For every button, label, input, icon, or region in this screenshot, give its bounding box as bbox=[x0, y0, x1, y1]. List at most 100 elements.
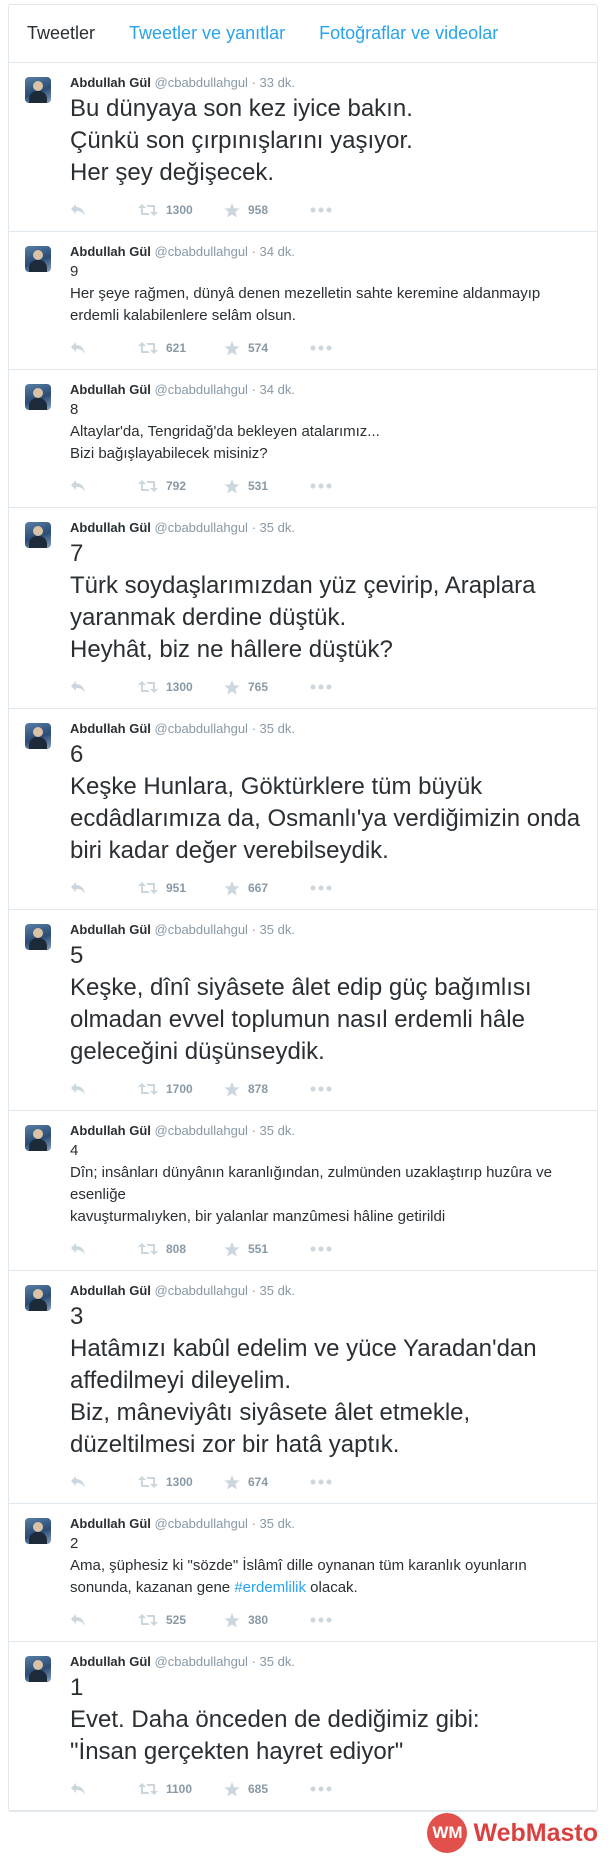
author-name[interactable]: Abdullah Gül bbox=[70, 1123, 151, 1138]
reply-button[interactable] bbox=[70, 680, 138, 694]
tab-tweets[interactable]: Tweetler bbox=[27, 23, 95, 44]
avatar[interactable] bbox=[25, 246, 51, 272]
avatar[interactable] bbox=[25, 384, 51, 410]
more-button[interactable] bbox=[310, 1479, 332, 1485]
author-handle[interactable]: @cbabdullahgul bbox=[155, 1123, 248, 1138]
tweet-timestamp[interactable]: · 35 dk. bbox=[252, 520, 295, 535]
author-name[interactable]: Abdullah Gül bbox=[70, 721, 151, 736]
author-handle[interactable]: @cbabdullahgul bbox=[155, 721, 248, 736]
author-handle[interactable]: @cbabdullahgul bbox=[155, 1283, 248, 1298]
author-name[interactable]: Abdullah Gül bbox=[70, 922, 151, 937]
retweet-button[interactable]: 1300 bbox=[138, 1475, 224, 1489]
favorite-button[interactable]: 878 bbox=[224, 1081, 310, 1097]
author-handle[interactable]: @cbabdullahgul bbox=[155, 244, 248, 259]
author-name[interactable]: Abdullah Gül bbox=[70, 1654, 151, 1669]
retweet-button[interactable]: 525 bbox=[138, 1613, 224, 1627]
favorite-button[interactable]: 531 bbox=[224, 478, 310, 494]
favorite-button[interactable]: 574 bbox=[224, 340, 310, 356]
retweet-icon bbox=[138, 882, 158, 894]
tweet-actions: 621 574 bbox=[70, 337, 585, 359]
tweet-timestamp[interactable]: · 35 dk. bbox=[252, 1283, 295, 1298]
retweet-button[interactable]: 1100 bbox=[138, 1782, 224, 1796]
author-handle[interactable]: @cbabdullahgul bbox=[155, 1654, 248, 1669]
tweet[interactable]: Abdullah Gül @cbabdullahgul · 35 dk. 7 T… bbox=[9, 508, 597, 709]
author-name[interactable]: Abdullah Gül bbox=[70, 1516, 151, 1531]
more-button[interactable] bbox=[310, 345, 332, 351]
hashtag-link[interactable]: #erdemlilik bbox=[234, 1579, 306, 1596]
more-button[interactable] bbox=[310, 207, 332, 213]
more-icon bbox=[310, 684, 332, 690]
more-button[interactable] bbox=[310, 684, 332, 690]
author-handle[interactable]: @cbabdullahgul bbox=[155, 520, 248, 535]
author-handle[interactable]: @cbabdullahgul bbox=[155, 922, 248, 937]
author-name[interactable]: Abdullah Gül bbox=[70, 382, 151, 397]
reply-button[interactable] bbox=[70, 881, 138, 895]
tweet[interactable]: Abdullah Gül @cbabdullahgul · 34 dk. 8 A… bbox=[9, 370, 597, 508]
avatar[interactable] bbox=[25, 1285, 51, 1311]
favorite-button[interactable]: 674 bbox=[224, 1474, 310, 1490]
author-name[interactable]: Abdullah Gül bbox=[70, 1283, 151, 1298]
author-name[interactable]: Abdullah Gül bbox=[70, 244, 151, 259]
retweet-icon bbox=[138, 1614, 158, 1626]
avatar[interactable] bbox=[25, 522, 51, 548]
favorite-button[interactable]: 551 bbox=[224, 1241, 310, 1257]
reply-button[interactable] bbox=[70, 1613, 138, 1627]
retweet-button[interactable]: 951 bbox=[138, 881, 224, 895]
retweet-button[interactable]: 1700 bbox=[138, 1082, 224, 1096]
tweet[interactable]: Abdullah Gül @cbabdullahgul · 33 dk. Bu … bbox=[9, 63, 597, 232]
tweet-timestamp[interactable]: · 35 dk. bbox=[252, 1654, 295, 1669]
reply-button[interactable] bbox=[70, 1475, 138, 1489]
author-handle[interactable]: @cbabdullahgul bbox=[155, 382, 248, 397]
more-button[interactable] bbox=[310, 1617, 332, 1623]
tweet[interactable]: Abdullah Gül @cbabdullahgul · 35 dk. 4 D… bbox=[9, 1111, 597, 1271]
tab-photos-videos[interactable]: Fotoğraflar ve videolar bbox=[319, 23, 498, 44]
retweet-button[interactable]: 792 bbox=[138, 479, 224, 493]
tweet-timestamp[interactable]: · 35 dk. bbox=[252, 1516, 295, 1531]
tweet[interactable]: Abdullah Gül @cbabdullahgul · 34 dk. 9 H… bbox=[9, 232, 597, 370]
favorite-button[interactable]: 765 bbox=[224, 679, 310, 695]
tweet[interactable]: Abdullah Gül @cbabdullahgul · 35 dk. 1 E… bbox=[9, 1642, 597, 1811]
tweet[interactable]: Abdullah Gül @cbabdullahgul · 35 dk. 6 K… bbox=[9, 709, 597, 910]
tweet-actions: 1100 685 bbox=[70, 1778, 585, 1800]
avatar[interactable] bbox=[25, 77, 51, 103]
reply-button[interactable] bbox=[70, 1242, 138, 1256]
reply-button[interactable] bbox=[70, 1082, 138, 1096]
tweet-timestamp[interactable]: · 35 dk. bbox=[252, 721, 295, 736]
favorite-button[interactable]: 685 bbox=[224, 1781, 310, 1797]
author-name[interactable]: Abdullah Gül bbox=[70, 520, 151, 535]
retweet-button[interactable]: 1300 bbox=[138, 203, 224, 217]
avatar[interactable] bbox=[25, 1518, 51, 1544]
tweet-timestamp[interactable]: · 33 dk. bbox=[252, 75, 295, 90]
avatar[interactable] bbox=[25, 1656, 51, 1682]
tweet-timestamp[interactable]: · 34 dk. bbox=[252, 244, 295, 259]
more-button[interactable] bbox=[310, 885, 332, 891]
author-handle[interactable]: @cbabdullahgul bbox=[155, 75, 248, 90]
avatar[interactable] bbox=[25, 924, 51, 950]
avatar[interactable] bbox=[25, 723, 51, 749]
reply-button[interactable] bbox=[70, 1782, 138, 1796]
tweet[interactable]: Abdullah Gül @cbabdullahgul · 35 dk. 3 H… bbox=[9, 1271, 597, 1504]
author-handle[interactable]: @cbabdullahgul bbox=[155, 1516, 248, 1531]
retweet-button[interactable]: 621 bbox=[138, 341, 224, 355]
reply-button[interactable] bbox=[70, 479, 138, 493]
tweet-timestamp[interactable]: · 35 dk. bbox=[252, 922, 295, 937]
favorite-button[interactable]: 958 bbox=[224, 202, 310, 218]
favorite-button[interactable]: 380 bbox=[224, 1612, 310, 1628]
tweet[interactable]: Abdullah Gül @cbabdullahgul · 35 dk. 2 A… bbox=[9, 1504, 597, 1642]
retweet-button[interactable]: 808 bbox=[138, 1242, 224, 1256]
tweet[interactable]: Abdullah Gül @cbabdullahgul · 35 dk. 5 K… bbox=[9, 910, 597, 1111]
reply-button[interactable] bbox=[70, 203, 138, 217]
more-button[interactable] bbox=[310, 483, 332, 489]
retweet-button[interactable]: 1300 bbox=[138, 680, 224, 694]
tweet-timestamp[interactable]: · 34 dk. bbox=[252, 382, 295, 397]
favorite-button[interactable]: 667 bbox=[224, 880, 310, 896]
avatar[interactable] bbox=[25, 1125, 51, 1151]
more-button[interactable] bbox=[310, 1086, 332, 1092]
more-button[interactable] bbox=[310, 1246, 332, 1252]
author-name[interactable]: Abdullah Gül bbox=[70, 75, 151, 90]
reply-button[interactable] bbox=[70, 341, 138, 355]
tab-tweets-and-replies[interactable]: Tweetler ve yanıtlar bbox=[129, 23, 285, 44]
more-icon bbox=[310, 345, 332, 351]
tweet-timestamp[interactable]: · 35 dk. bbox=[252, 1123, 295, 1138]
more-button[interactable] bbox=[310, 1786, 332, 1792]
